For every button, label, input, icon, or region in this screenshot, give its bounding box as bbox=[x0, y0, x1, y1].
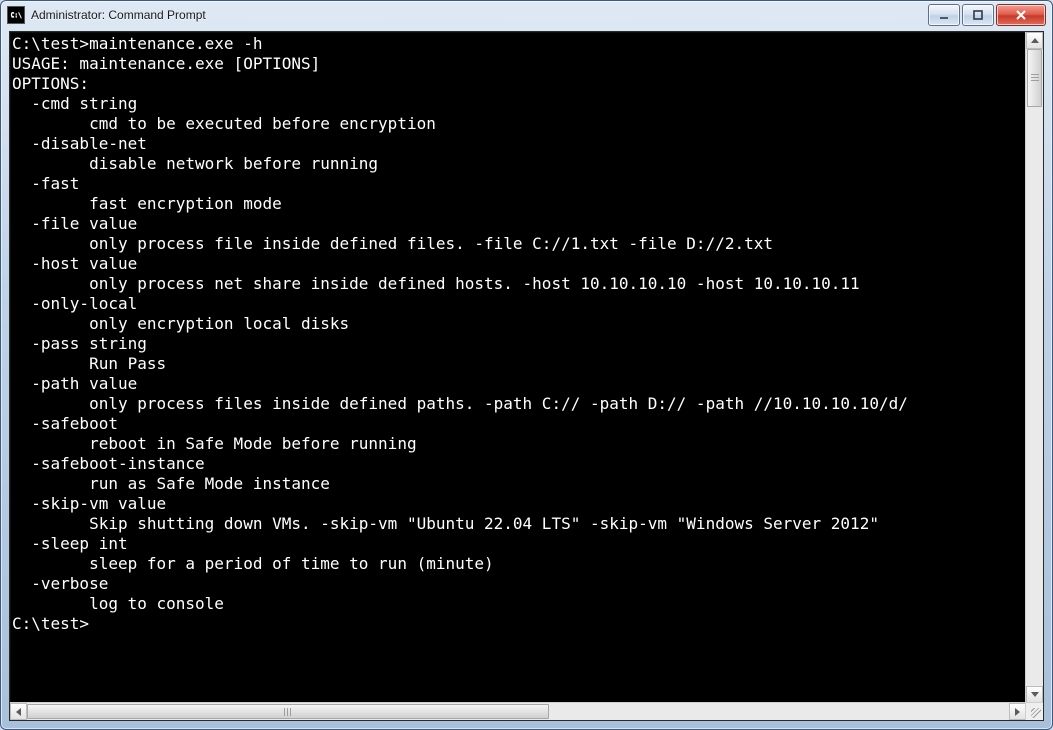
titlebar[interactable]: C:\ Administrator: Command Prompt bbox=[1, 1, 1052, 29]
client-area: C:\test>maintenance.exe -hUSAGE: mainten… bbox=[9, 31, 1044, 721]
scroll-right-button[interactable] bbox=[1009, 703, 1026, 720]
console-line: -path value bbox=[12, 374, 1043, 394]
console-line: -fast bbox=[12, 174, 1043, 194]
horizontal-scroll-thumb[interactable] bbox=[27, 704, 549, 719]
console-line: -cmd string bbox=[12, 94, 1043, 114]
console-line: only process net share inside defined ho… bbox=[12, 274, 1043, 294]
console-line: USAGE: maintenance.exe [OPTIONS] bbox=[12, 54, 1043, 74]
console-line: Run Pass bbox=[12, 354, 1043, 374]
close-button[interactable] bbox=[996, 4, 1046, 26]
console-line: only process files inside defined paths.… bbox=[12, 394, 1043, 414]
console-output: C:\test>maintenance.exe -hUSAGE: mainten… bbox=[10, 32, 1043, 720]
minimize-button[interactable] bbox=[928, 4, 960, 26]
maximize-button[interactable] bbox=[962, 4, 994, 26]
scroll-up-button[interactable] bbox=[1026, 32, 1043, 49]
console-line: -pass string bbox=[12, 334, 1043, 354]
thumb-grip-icon bbox=[1031, 74, 1039, 82]
console-line: OPTIONS: bbox=[12, 74, 1043, 94]
close-icon bbox=[1014, 9, 1028, 21]
console-line: Skip shutting down VMs. -skip-vm "Ubuntu… bbox=[12, 514, 1043, 534]
console-line: -disable-net bbox=[12, 134, 1043, 154]
console-line: -safeboot-instance bbox=[12, 454, 1043, 474]
app-icon: C:\ bbox=[7, 6, 25, 24]
resize-grip-icon bbox=[1031, 708, 1041, 718]
horizontal-scrollbar[interactable] bbox=[10, 702, 1026, 720]
vertical-scroll-thumb[interactable] bbox=[1027, 49, 1042, 107]
window-frame: C:\ Administrator: Command Prompt bbox=[0, 0, 1053, 730]
scroll-down-button[interactable] bbox=[1026, 686, 1043, 703]
console-line: sleep for a period of time to run (minut… bbox=[12, 554, 1043, 574]
console-line: -only-local bbox=[12, 294, 1043, 314]
console-line: -safeboot bbox=[12, 414, 1043, 434]
scroll-left-button[interactable] bbox=[10, 703, 27, 720]
console-line: -verbose bbox=[12, 574, 1043, 594]
console-line: cmd to be executed before encryption bbox=[12, 114, 1043, 134]
vertical-scroll-track[interactable] bbox=[1026, 49, 1043, 686]
arrow-up-icon bbox=[1031, 38, 1039, 43]
arrow-down-icon bbox=[1031, 692, 1039, 697]
resize-grip[interactable] bbox=[1025, 702, 1043, 720]
arrow-left-icon bbox=[16, 708, 21, 716]
console-line: fast encryption mode bbox=[12, 194, 1043, 214]
console-line: disable network before running bbox=[12, 154, 1043, 174]
console-line: run as Safe Mode instance bbox=[12, 474, 1043, 494]
console-line: log to console bbox=[12, 594, 1043, 614]
console-line: C:\test> bbox=[12, 614, 1043, 634]
window-title: Administrator: Command Prompt bbox=[31, 8, 206, 22]
console-line: -sleep int bbox=[12, 534, 1043, 554]
window-buttons bbox=[928, 4, 1046, 26]
arrow-right-icon bbox=[1015, 708, 1020, 716]
vertical-scrollbar[interactable] bbox=[1025, 32, 1043, 703]
console-line: only process file inside defined files. … bbox=[12, 234, 1043, 254]
console-line: only encryption local disks bbox=[12, 314, 1043, 334]
minimize-icon bbox=[938, 9, 950, 21]
console-viewport[interactable]: C:\test>maintenance.exe -hUSAGE: mainten… bbox=[10, 32, 1043, 720]
thumb-grip-icon bbox=[284, 708, 292, 716]
horizontal-scroll-track[interactable] bbox=[27, 703, 1009, 720]
console-line: reboot in Safe Mode before running bbox=[12, 434, 1043, 454]
console-line: -file value bbox=[12, 214, 1043, 234]
console-line: -host value bbox=[12, 254, 1043, 274]
console-line: -skip-vm value bbox=[12, 494, 1043, 514]
maximize-icon bbox=[972, 9, 984, 21]
console-line: C:\test>maintenance.exe -h bbox=[12, 34, 1043, 54]
